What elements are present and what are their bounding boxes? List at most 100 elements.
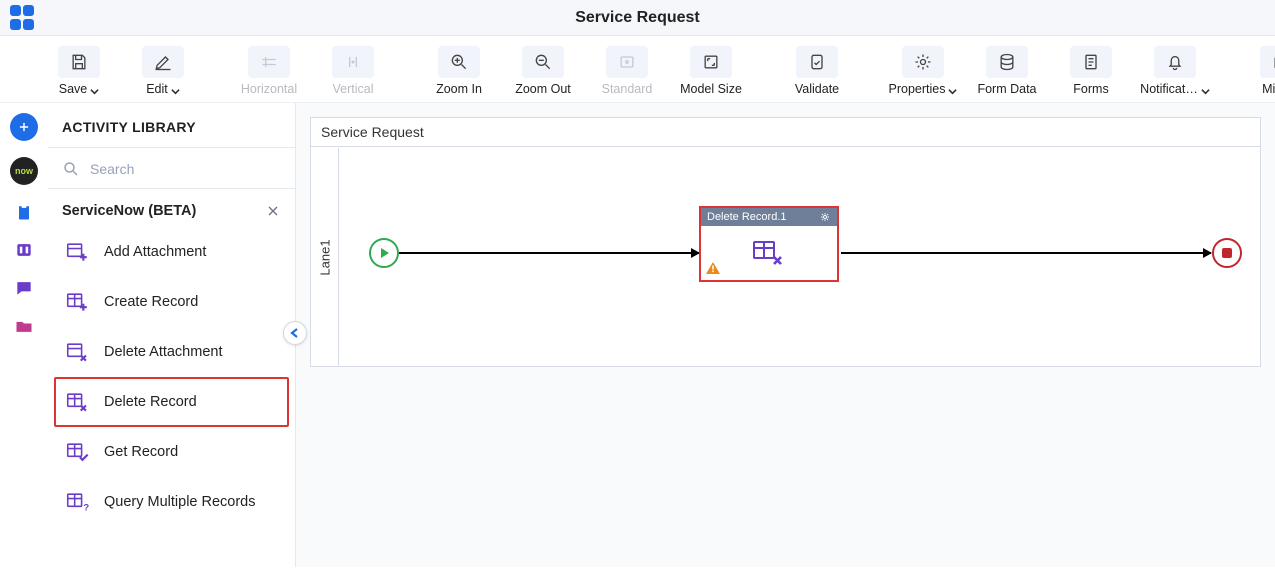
zoom-out-icon: [533, 52, 553, 72]
edit-icon: [153, 52, 173, 72]
misc-label: Misc: [1262, 82, 1275, 96]
chevron-down-icon: [948, 85, 957, 94]
validate-icon: [807, 52, 827, 72]
activity-group-header: ServiceNow (BETA): [48, 193, 295, 227]
save-button[interactable]: Save: [40, 46, 118, 96]
flow-arrow: [399, 252, 699, 254]
warning-icon: [705, 261, 721, 278]
folder-rail-icon[interactable]: [13, 315, 35, 337]
chat-rail-icon[interactable]: [13, 277, 35, 299]
flow-arrow: [841, 252, 1211, 254]
gear-icon: [913, 52, 933, 72]
activity-node-delete-record[interactable]: Delete Record.1: [699, 206, 839, 282]
app-switcher-icon[interactable]: [10, 5, 36, 31]
model-size-icon: [701, 52, 721, 72]
activity-library-panel: ACTIVITY LIBRARY ServiceNow (BETA) Add A…: [48, 103, 296, 567]
main-toolbar: Save Edit Horizontal Vertical Zoom In Zo…: [0, 36, 1275, 103]
canvas-title: Service Request: [311, 118, 1260, 147]
validate-button[interactable]: Validate: [778, 46, 856, 96]
left-rail: now: [0, 103, 48, 567]
standard-label: Standard: [602, 82, 653, 96]
standard-zoom-icon: [617, 52, 637, 72]
lane-label: Lane1: [313, 148, 339, 366]
chevron-left-icon: [290, 328, 300, 338]
edit-label: Edit: [146, 82, 168, 96]
activity-add-attachment[interactable]: Add Attachment: [54, 227, 289, 277]
add-attachment-icon: [66, 241, 92, 263]
activity-query-multiple-records[interactable]: ? Query Multiple Records: [54, 477, 289, 527]
play-icon: [378, 247, 390, 259]
activity-label: Add Attachment: [104, 244, 206, 260]
horizontal-align-icon: [259, 52, 279, 72]
misc-button[interactable]: Misc: [1242, 46, 1275, 96]
model-size-label: Model Size: [680, 82, 742, 96]
validate-label: Validate: [795, 82, 839, 96]
chevron-down-icon: [90, 85, 99, 94]
form-data-label: Form Data: [977, 82, 1036, 96]
group-name: ServiceNow (BETA): [62, 203, 196, 219]
delete-record-icon: [66, 391, 92, 413]
chevron-down-icon: [171, 85, 180, 94]
save-icon: [69, 52, 89, 72]
properties-label: Properties: [889, 82, 946, 96]
app-header: Service Request: [0, 0, 1275, 36]
add-button[interactable]: [10, 113, 38, 141]
activity-create-record[interactable]: Create Record: [54, 277, 289, 327]
close-group-button[interactable]: [265, 203, 281, 219]
save-label: Save: [59, 82, 88, 96]
search-row: [48, 152, 295, 188]
forms-icon: [1081, 52, 1101, 72]
clipboard-rail-icon[interactable]: [13, 201, 35, 223]
form-rail-icon[interactable]: [13, 239, 35, 261]
search-input[interactable]: [90, 161, 281, 177]
activity-label: Delete Attachment: [104, 344, 223, 360]
notifications-label: Notificat…: [1140, 82, 1198, 96]
zoom-in-label: Zoom In: [436, 82, 482, 96]
bell-icon: [1165, 52, 1185, 72]
model-size-button[interactable]: Model Size: [672, 46, 750, 96]
form-data-icon: [997, 52, 1017, 72]
page-title: Service Request: [0, 9, 1275, 27]
vertical-button: Vertical: [314, 46, 392, 96]
horizontal-button: Horizontal: [230, 46, 308, 96]
get-record-icon: [66, 441, 92, 463]
zoom-in-icon: [449, 52, 469, 72]
gear-icon[interactable]: [819, 211, 831, 223]
activity-label: Delete Record: [104, 394, 197, 410]
vertical-label: Vertical: [333, 82, 374, 96]
form-data-button[interactable]: Form Data: [968, 46, 1046, 96]
activity-delete-attachment[interactable]: Delete Attachment: [54, 327, 289, 377]
create-record-icon: [66, 291, 92, 313]
search-icon: [62, 160, 80, 178]
properties-button[interactable]: Properties: [884, 46, 962, 96]
chevron-down-icon: [1201, 85, 1210, 94]
canvas-area: Service Request Lane1 Delete Record.1: [296, 103, 1275, 567]
zoom-out-button[interactable]: Zoom Out: [504, 46, 582, 96]
edit-button[interactable]: Edit: [124, 46, 202, 96]
forms-button[interactable]: Forms: [1052, 46, 1130, 96]
servicenow-rail-icon[interactable]: now: [10, 157, 38, 185]
collapse-panel-button[interactable]: [283, 321, 307, 345]
forms-label: Forms: [1073, 82, 1108, 96]
delete-record-icon: [752, 238, 786, 268]
activity-get-record[interactable]: Get Record: [54, 427, 289, 477]
zoom-out-label: Zoom Out: [515, 82, 571, 96]
start-node[interactable]: [369, 238, 399, 268]
activity-label: Query Multiple Records: [104, 494, 256, 510]
query-multiple-icon: ?: [66, 491, 92, 513]
panel-heading: ACTIVITY LIBRARY: [48, 103, 295, 147]
activity-label: Create Record: [104, 294, 198, 310]
activity-label: Get Record: [104, 444, 178, 460]
activity-delete-record[interactable]: Delete Record: [54, 377, 289, 427]
end-node[interactable]: [1212, 238, 1242, 268]
notifications-button[interactable]: Notificat…: [1136, 46, 1214, 96]
stop-icon: [1222, 248, 1232, 258]
svg-text:?: ?: [83, 503, 89, 513]
node-title: Delete Record.1: [707, 211, 787, 223]
misc-icon: [1271, 52, 1275, 72]
horizontal-label: Horizontal: [241, 82, 297, 96]
workflow-canvas[interactable]: Service Request Lane1 Delete Record.1: [310, 117, 1261, 367]
standard-button: Standard: [588, 46, 666, 96]
zoom-in-button[interactable]: Zoom In: [420, 46, 498, 96]
vertical-align-icon: [343, 52, 363, 72]
